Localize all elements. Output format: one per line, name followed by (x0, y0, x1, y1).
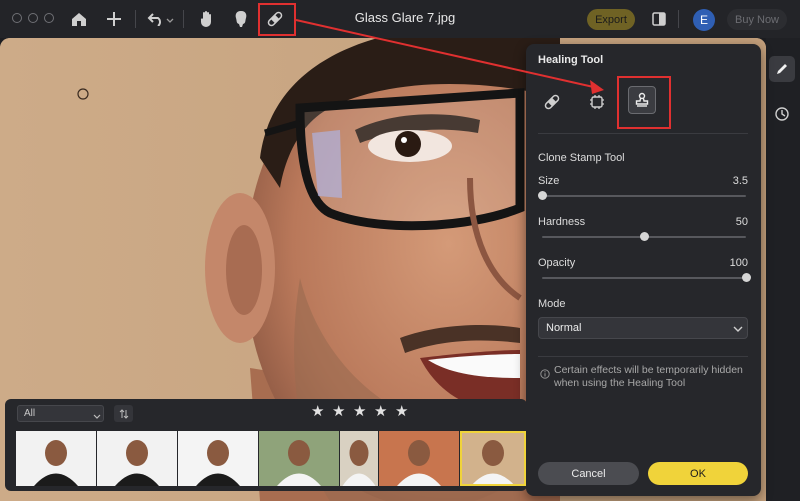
filter-value: All (24, 408, 36, 419)
thumbnail[interactable] (379, 431, 459, 486)
thumbnail[interactable] (259, 431, 339, 486)
sort-button[interactable] (114, 405, 133, 422)
rating-star[interactable]: ★ (374, 403, 387, 421)
rating-star[interactable]: ★ (353, 403, 366, 421)
thumbnail[interactable] (178, 431, 258, 486)
rating-star[interactable]: ★ (332, 403, 345, 421)
rating-star[interactable]: ★ (311, 403, 324, 421)
thumbnail[interactable] (460, 431, 526, 486)
rating-star[interactable]: ★ (395, 403, 408, 421)
thumbnail[interactable] (340, 431, 378, 486)
sort-icon (119, 408, 128, 419)
thumbnail[interactable] (16, 431, 96, 486)
thumbnail[interactable] (97, 431, 177, 486)
chevron-down-icon (92, 409, 102, 419)
